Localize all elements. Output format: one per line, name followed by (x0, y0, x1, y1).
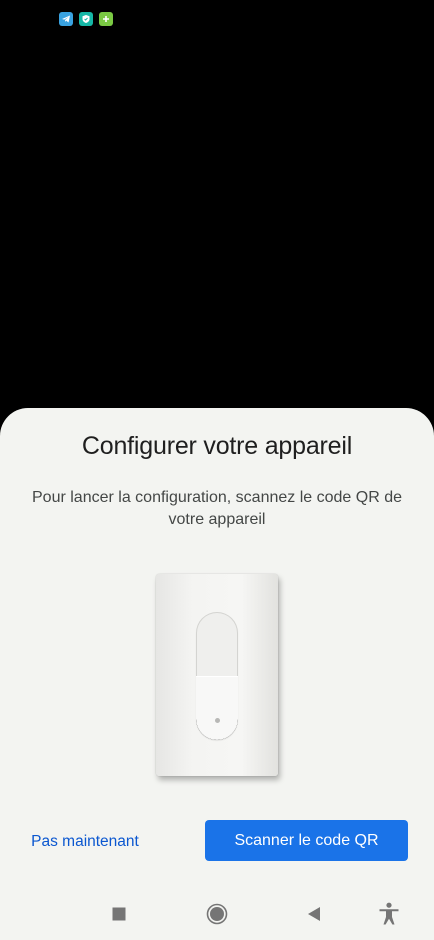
recents-icon (112, 907, 126, 921)
status-bar (0, 0, 434, 36)
home-button[interactable] (193, 892, 241, 936)
not-now-button[interactable]: Pas maintenant (12, 822, 158, 862)
back-button[interactable] (290, 892, 338, 936)
setup-bottom-sheet: Configurer votre appareil Pour lancer la… (0, 408, 434, 940)
recents-button[interactable] (95, 892, 143, 936)
device-illustration (156, 574, 278, 776)
shield-icon (79, 12, 93, 26)
accessibility-button[interactable] (365, 892, 413, 936)
sheet-description: Pour lancer la configuration, scannez le… (32, 489, 402, 528)
notification-icons (59, 12, 113, 26)
sheet-title: Configurer votre appareil (81, 432, 353, 460)
plus-icon (99, 12, 113, 26)
screen: Configurer votre appareil Pour lancer la… (0, 0, 434, 940)
back-icon (308, 907, 320, 921)
telegram-icon (59, 12, 73, 26)
device-led (215, 718, 220, 723)
accessibility-icon (379, 902, 399, 925)
device-switch (196, 612, 238, 740)
scan-qr-code-button[interactable]: Scanner le code QR (205, 820, 408, 861)
navigation-bar (0, 892, 434, 940)
device-rocker (196, 676, 238, 740)
home-icon (206, 903, 228, 925)
